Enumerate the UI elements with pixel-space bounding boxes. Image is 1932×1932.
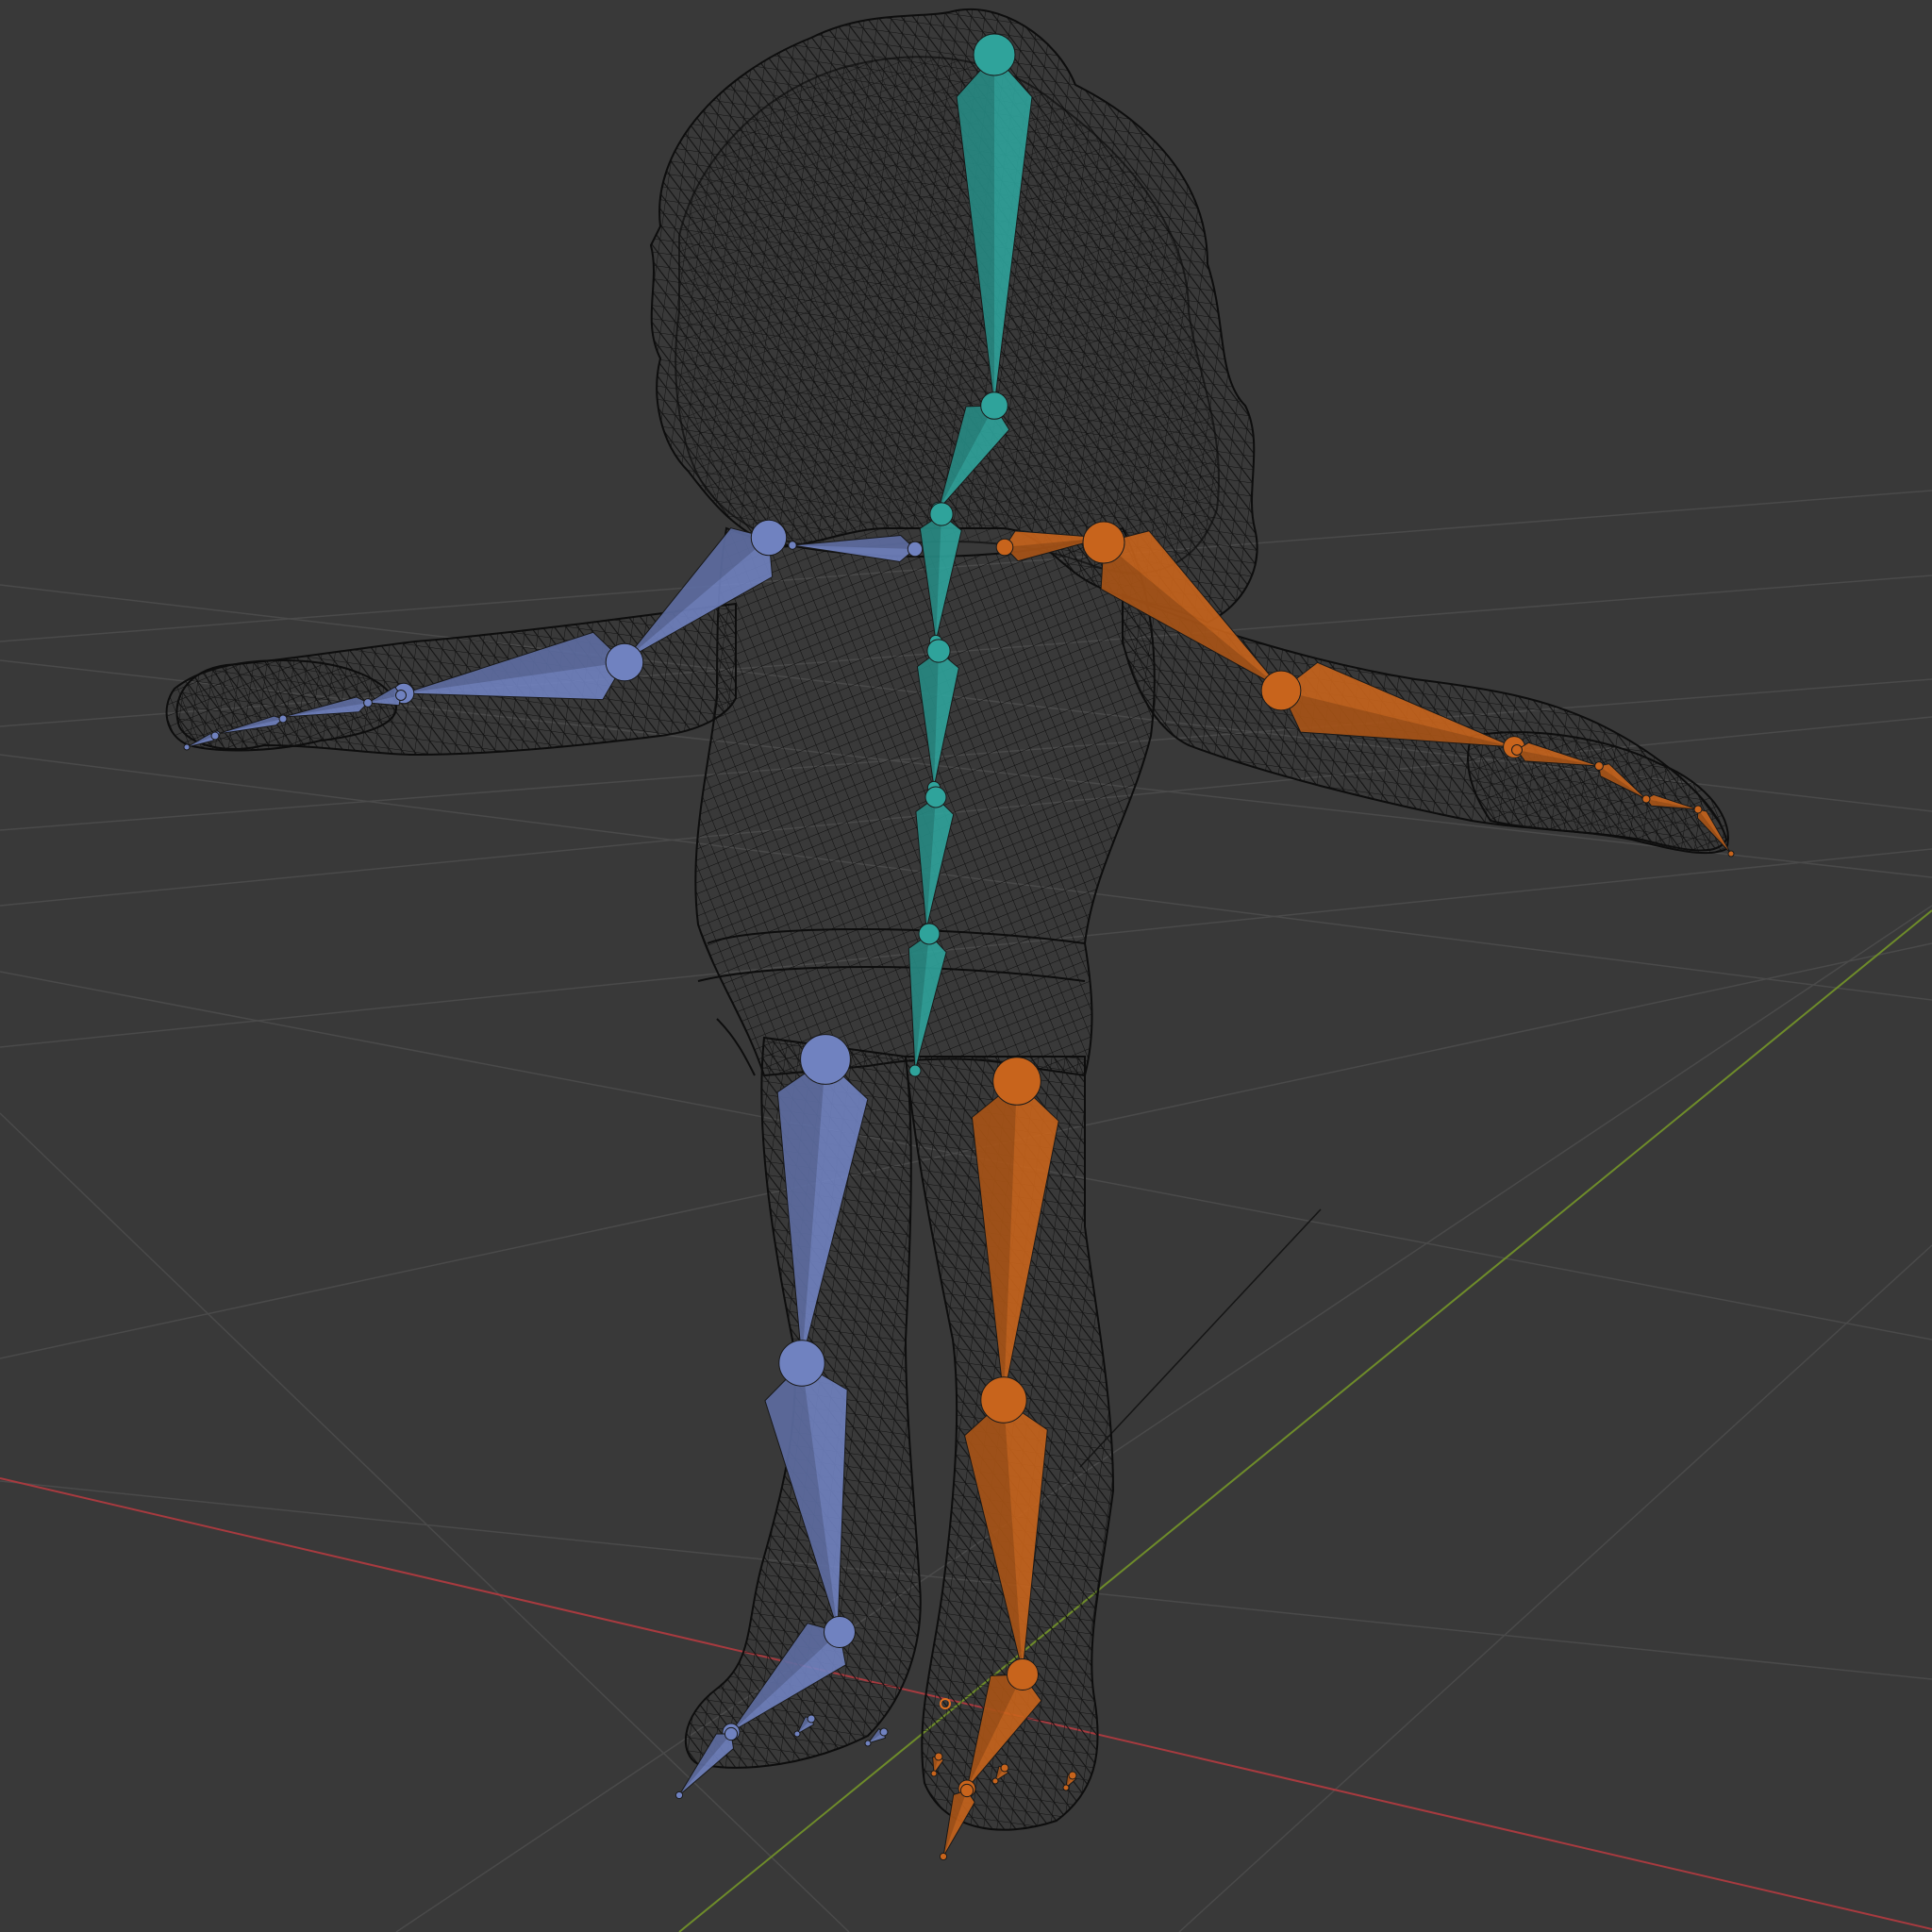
bone-spine-1-head-joint[interactable]	[924, 786, 947, 808]
bone-r-foot-head-joint[interactable]	[1007, 1658, 1039, 1690]
bone-r-toe-b-head-joint[interactable]	[934, 1752, 943, 1761]
bone-r-shin-head-joint[interactable]	[980, 1376, 1027, 1424]
grid-line	[0, 1112, 850, 1932]
bone-head-head-joint[interactable]	[973, 33, 1016, 76]
grid-line	[395, 905, 1932, 1932]
bone-spine-3-head-joint[interactable]	[929, 502, 954, 526]
bone-hips-head-joint[interactable]	[918, 923, 941, 945]
bone-l-foot-head-joint[interactable]	[824, 1616, 856, 1648]
bone-r-hand-head-joint[interactable]	[1511, 744, 1523, 756]
bone-r-finger-2-head-joint[interactable]	[1641, 794, 1651, 804]
bone-l-finger-1-head-joint[interactable]	[363, 698, 373, 708]
bone-l-shin-head-joint[interactable]	[778, 1340, 825, 1387]
bone-neck-head-joint[interactable]	[980, 391, 1008, 420]
bone-spine-2-head-joint[interactable]	[926, 639, 951, 663]
bone-l-forearm-head-joint[interactable]	[605, 642, 644, 682]
bone-l-toe-b-tail-joint[interactable]	[793, 1730, 801, 1738]
bone-r-toe-c-tail-joint[interactable]	[991, 1777, 999, 1785]
bone-l-finger-3-head-joint[interactable]	[210, 731, 220, 741]
bone-l-finger-3-tail-joint[interactable]	[183, 743, 191, 751]
bone-r-finger-3-tail-joint[interactable]	[1727, 850, 1735, 858]
bone-l-thigh-head-joint[interactable]	[800, 1034, 851, 1085]
bone-r-finger-3-head-joint[interactable]	[1693, 805, 1703, 814]
bone-l-hand-head-joint[interactable]	[395, 690, 407, 701]
bone-l-finger-2-head-joint[interactable]	[278, 714, 288, 724]
bone-r-forearm-head-joint[interactable]	[1260, 670, 1302, 711]
bone-r-toe-b-tail-joint[interactable]	[930, 1770, 938, 1777]
bone-l-toe-c-head-joint[interactable]	[879, 1727, 889, 1737]
bone-r-toe-d-head-joint[interactable]	[1068, 1771, 1077, 1780]
bone-r-toe-d-tail-joint[interactable]	[1062, 1784, 1070, 1791]
bone-r-toe-head-joint[interactable]	[959, 1783, 974, 1798]
character-mesh-icon[interactable]	[165, 8, 1729, 1831]
bone-r-thigh-head-joint[interactable]	[992, 1057, 1041, 1106]
bone-l-shoulder-tail-joint[interactable]	[788, 541, 797, 550]
bone-r-toe-tail-joint[interactable]	[939, 1852, 948, 1861]
bone-r-upperarm-head-joint[interactable]	[1082, 521, 1125, 564]
bone-l-upperarm-head-joint[interactable]	[750, 519, 788, 557]
bone-r-toe-c-head-joint[interactable]	[1000, 1763, 1009, 1773]
bone-l-toe-tail-joint[interactable]	[675, 1790, 684, 1800]
bone-hips-tail-joint[interactable]	[908, 1064, 922, 1077]
bone-r-finger-1-head-joint[interactable]	[1594, 761, 1604, 771]
3d-viewport[interactable]	[0, 0, 1932, 1932]
bone-l-toe-c-tail-joint[interactable]	[864, 1740, 872, 1747]
grid-line	[1178, 1244, 1932, 1932]
bone-l-shoulder-head-joint[interactable]	[907, 541, 924, 558]
viewport-canvas[interactable]	[0, 0, 1932, 1932]
bone-r-shoulder-head-joint[interactable]	[995, 538, 1014, 557]
bone-l-toe-b-head-joint[interactable]	[807, 1714, 816, 1724]
bone-l-toe-head-joint[interactable]	[724, 1726, 739, 1741]
